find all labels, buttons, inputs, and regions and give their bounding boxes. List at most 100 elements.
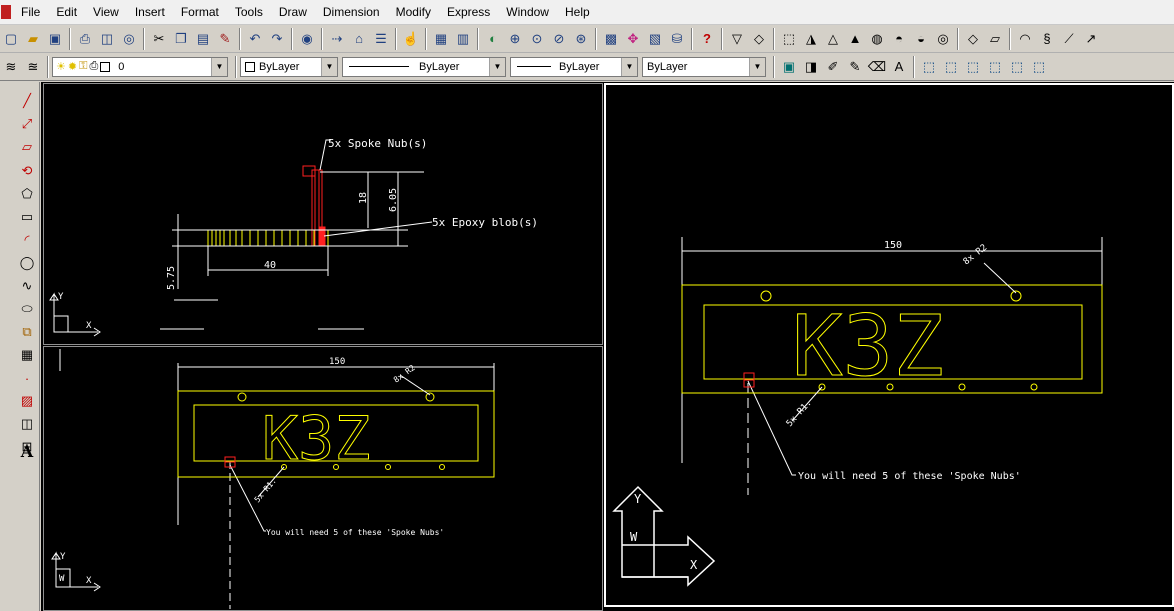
layer-previous-icon[interactable]: ≊ (22, 56, 44, 78)
chevron-down-icon[interactable]: ▼ (621, 57, 637, 76)
edge-icon[interactable]: ◇ (748, 28, 770, 50)
menu-insert[interactable]: Insert (127, 0, 173, 25)
view-iso-icon[interactable]: ⬚ (1006, 56, 1028, 78)
pan-icon[interactable]: ☝ (400, 28, 422, 50)
make-block-icon[interactable]: ▦ (16, 344, 38, 366)
zoom-scale-icon[interactable]: ⊙ (526, 28, 548, 50)
polyline-icon[interactable]: ▱ (16, 136, 38, 158)
spline-icon[interactable]: ∿ (16, 275, 38, 297)
view-front-icon[interactable]: ⬚ (962, 56, 984, 78)
new-icon[interactable]: ▢ (0, 28, 22, 50)
layer-select[interactable]: ☀ ✹ ⚿ ⎙ 0 ▼ (52, 56, 228, 77)
menu-express[interactable]: Express (439, 0, 498, 25)
dish-icon[interactable]: ◒ (910, 28, 932, 50)
dbconnect-icon[interactable]: ⛁ (666, 28, 688, 50)
viewport-front-small[interactable]: 150 K3Z 8x R2 5x R1. You will need 5 of … (43, 346, 603, 611)
help-icon[interactable]: ? (696, 28, 718, 50)
view-ne-icon[interactable]: ⬚ (918, 56, 940, 78)
surfaces-icon[interactable]: ▽ (726, 28, 748, 50)
zoom-window-icon[interactable]: ▥ (452, 28, 474, 50)
arc-icon[interactable]: ◜ (16, 229, 38, 251)
hyperlink-icon[interactable]: ⇢ (326, 28, 348, 50)
view-top-icon[interactable]: ⬚ (940, 56, 962, 78)
lineweight-select[interactable]: ByLayer ▼ (510, 56, 638, 77)
menu-dimension[interactable]: Dimension (315, 0, 388, 25)
app-icon[interactable] (1, 5, 11, 19)
undo-icon[interactable]: ↶ (244, 28, 266, 50)
pyramid-icon[interactable]: △ (822, 28, 844, 50)
pentagon-icon[interactable]: ⬠ (16, 183, 38, 205)
menu-view[interactable]: View (85, 0, 127, 25)
line-icon[interactable]: ╱ (16, 90, 38, 112)
sphere-icon[interactable]: ◍ (866, 28, 888, 50)
plotstyle-select[interactable]: ByLayer ▼ (642, 56, 766, 77)
menu-format[interactable]: Format (173, 0, 227, 25)
chevron-down-icon[interactable]: ▼ (211, 57, 227, 76)
chevron-down-icon[interactable]: ▼ (749, 57, 765, 76)
chevron-down-icon[interactable]: ▼ (489, 57, 505, 76)
eraser-icon[interactable]: ⌫ (866, 56, 888, 78)
cone-icon[interactable]: ▲ (844, 28, 866, 50)
menu-edit[interactable]: Edit (48, 0, 85, 25)
zoom-previous2-icon[interactable]: ⊛ (570, 28, 592, 50)
copy-icon[interactable]: ❐ (170, 28, 192, 50)
designcenter-icon[interactable]: ▩ (600, 28, 622, 50)
sketch-icon[interactable]: ✐ (822, 56, 844, 78)
torus-icon[interactable]: ◎ (932, 28, 954, 50)
revolved-icon[interactable]: ◠ (1014, 28, 1036, 50)
view-side-icon[interactable]: ⬚ (984, 56, 1006, 78)
construction-line-icon[interactable]: ⤢ (16, 113, 38, 135)
tabulated-icon[interactable]: § (1036, 28, 1058, 50)
web-icon[interactable]: ◉ (296, 28, 318, 50)
zoom-realtime-icon[interactable]: ▦ (430, 28, 452, 50)
mesh-icon[interactable]: ◇ (962, 28, 984, 50)
zoom-previous-icon[interactable]: ⊘ (548, 28, 570, 50)
menu-help[interactable]: Help (557, 0, 598, 25)
point-icon[interactable]: · (16, 367, 38, 389)
linetype-select[interactable]: ByLayer ▼ (342, 56, 506, 77)
publish-icon[interactable]: ◎ (118, 28, 140, 50)
hatch-icon[interactable]: ▨ (16, 390, 38, 412)
ellipse-icon[interactable]: ⬭ (16, 298, 38, 320)
box-icon[interactable]: ⬚ (778, 28, 800, 50)
zoom-extents-icon[interactable]: ⊕ (504, 28, 526, 50)
properties-icon[interactable]: ☰ (370, 28, 392, 50)
viewport-front-large[interactable]: 150 K3Z 8x R2 5x R1. You will need 5 of … (604, 83, 1174, 607)
save-icon[interactable]: ▣ (44, 28, 66, 50)
redo-icon[interactable]: ↷ (266, 28, 288, 50)
extrude-icon[interactable]: ◨ (800, 56, 822, 78)
chevron-down-icon[interactable]: ▼ (321, 57, 337, 76)
color-select[interactable]: ByLayer ▼ (240, 56, 338, 77)
wedge-icon[interactable]: ◮ (800, 28, 822, 50)
layer-manager-icon[interactable]: ≋ (0, 56, 22, 78)
view-iso2-icon[interactable]: ⬚ (1028, 56, 1050, 78)
insert-block-icon[interactable]: ⧉ (16, 321, 38, 343)
menu-tools[interactable]: Tools (227, 0, 271, 25)
block-icon[interactable]: ⌂ (348, 28, 370, 50)
orbit-icon[interactable]: ◐ (482, 28, 504, 50)
surface3d-icon[interactable]: ▱ (984, 28, 1006, 50)
sheetset-icon[interactable]: ▧ (644, 28, 666, 50)
preview-icon[interactable]: ◫ (96, 28, 118, 50)
menu-modify[interactable]: Modify (388, 0, 439, 25)
region-icon[interactable]: ◫ (16, 413, 38, 435)
open-icon[interactable]: ▰ (22, 28, 44, 50)
matchprop-icon[interactable]: ✎ (214, 28, 236, 50)
paste-icon[interactable]: ▤ (192, 28, 214, 50)
cut-icon[interactable]: ✂ (148, 28, 170, 50)
circle-icon[interactable]: ◯ (16, 252, 38, 274)
menu-file[interactable]: File (17, 0, 48, 25)
menu-draw[interactable]: Draw (271, 0, 315, 25)
plot-icon[interactable]: ⎙ (74, 28, 96, 50)
mtext-icon[interactable]: A (16, 440, 38, 462)
toolpalette-icon[interactable]: ✥ (622, 28, 644, 50)
ruled-icon[interactable]: ⟋ (1058, 28, 1080, 50)
text-style-icon[interactable]: A (888, 56, 910, 78)
edge-surface-icon[interactable]: ↗ (1080, 28, 1102, 50)
polygon-icon[interactable]: ⟲ (16, 160, 38, 182)
menu-window[interactable]: Window (498, 0, 557, 25)
rectangle-icon[interactable]: ▭ (16, 206, 38, 228)
pencil-icon[interactable]: ✎ (844, 56, 866, 78)
region-icon[interactable]: ▣ (778, 56, 800, 78)
dome-icon[interactable]: ◓ (888, 28, 910, 50)
